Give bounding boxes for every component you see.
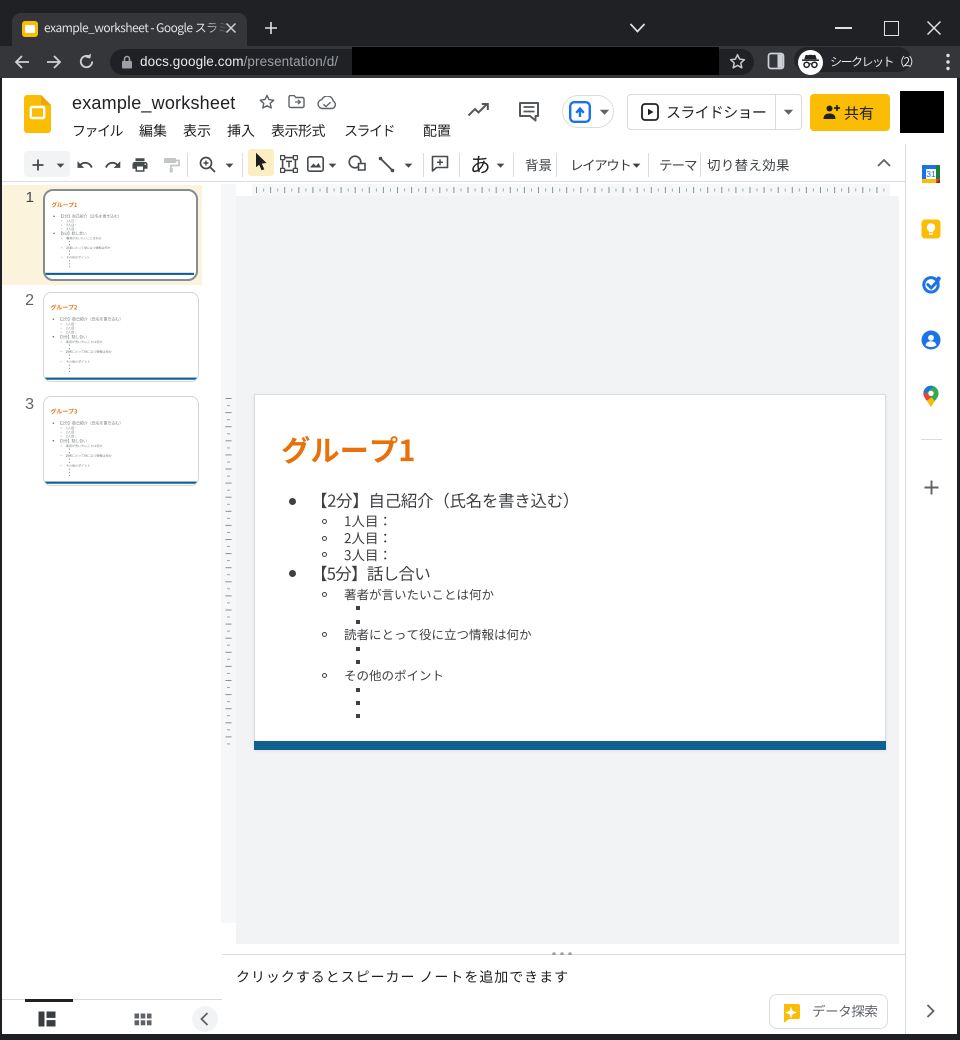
svg-text:31: 31 (926, 169, 936, 179)
